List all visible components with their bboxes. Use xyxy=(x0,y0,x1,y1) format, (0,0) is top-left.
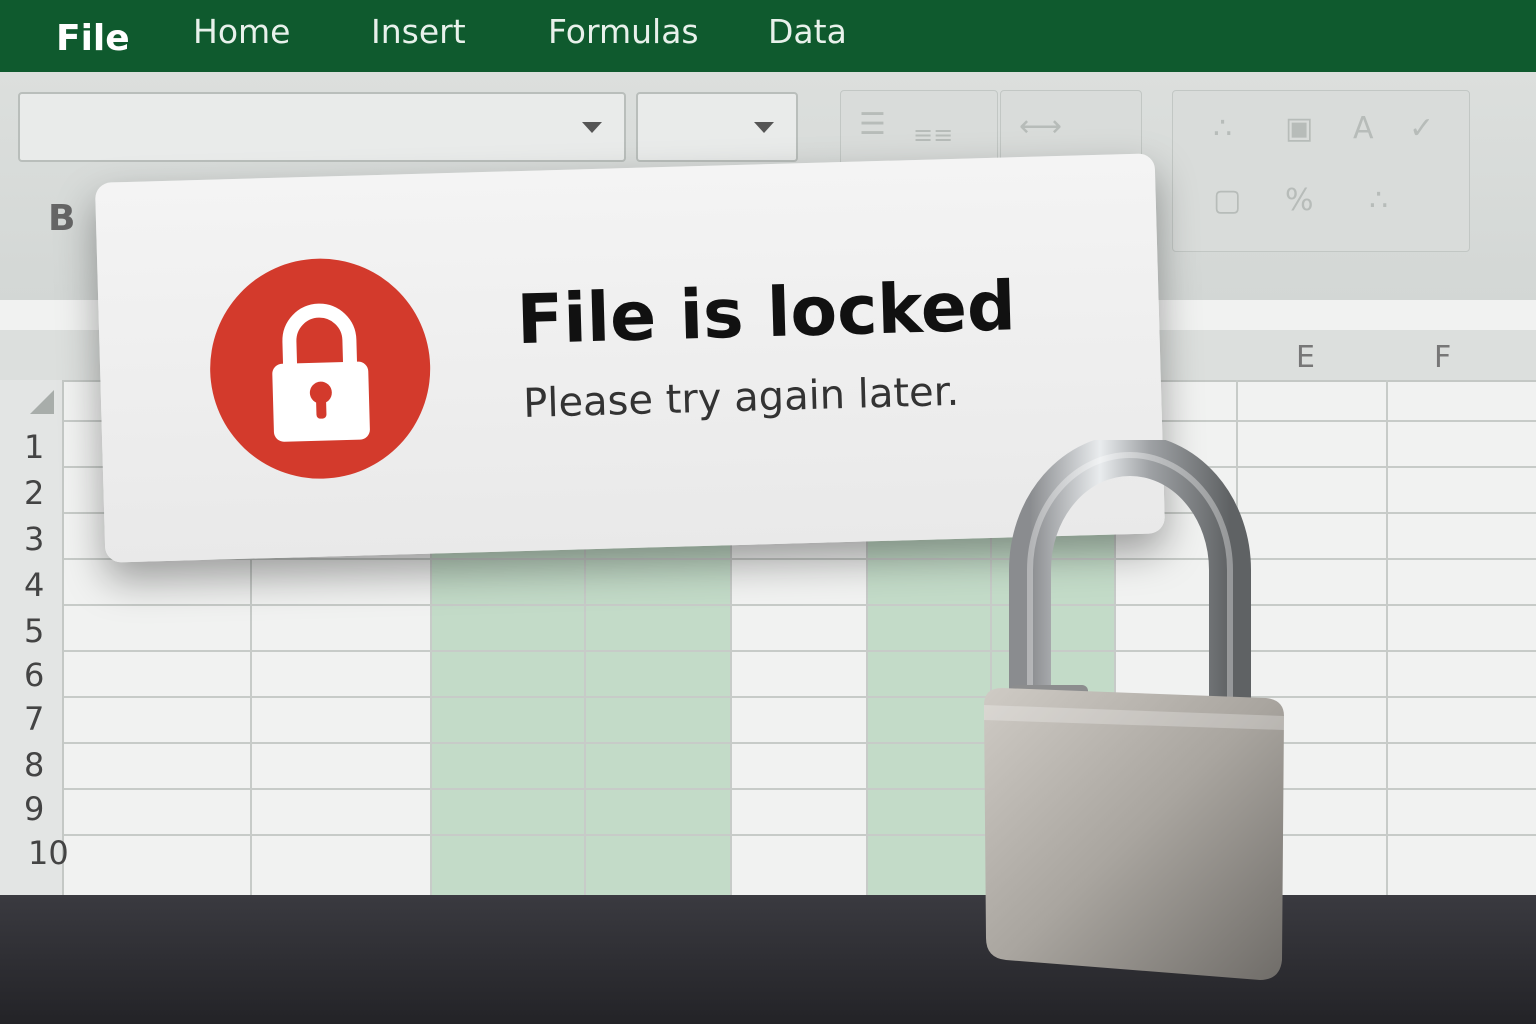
row-gridline xyxy=(62,558,1536,560)
row-gridline xyxy=(62,650,1536,652)
row-header[interactable]: 5 xyxy=(24,612,44,650)
row-header[interactable]: 8 xyxy=(24,746,44,784)
dialog-title: File is locked xyxy=(515,267,1017,361)
bold-button[interactable]: B xyxy=(48,198,75,239)
lock-icon xyxy=(207,255,434,482)
font-name-dropdown[interactable] xyxy=(18,92,626,162)
row-gridline xyxy=(62,788,1536,790)
column-gridline xyxy=(1386,380,1388,895)
row-header[interactable]: 6 xyxy=(24,656,44,694)
chevron-down-icon xyxy=(754,122,774,133)
tab-home[interactable]: Home xyxy=(193,12,290,51)
tab-file[interactable]: File xyxy=(56,18,130,59)
picture-icon[interactable]: ▣ xyxy=(1285,111,1313,146)
wrap-text-icon[interactable]: ⟷ xyxy=(1019,109,1062,144)
row-header[interactable]: 10 xyxy=(28,834,69,872)
tab-formulas[interactable]: Formulas xyxy=(548,12,699,51)
chart-icon[interactable]: ▢ xyxy=(1213,183,1241,218)
tab-data[interactable]: Data xyxy=(768,12,847,51)
text-color-icon[interactable]: A xyxy=(1353,111,1374,146)
chevron-down-icon xyxy=(582,122,602,133)
decimal-icon[interactable]: ∴ xyxy=(1369,183,1388,218)
row-header[interactable]: 3 xyxy=(24,520,44,558)
clear-format-icon[interactable]: ✓ xyxy=(1409,111,1434,146)
dialog-message: Please try again later. xyxy=(522,368,960,427)
row-header[interactable]: 9 xyxy=(24,790,44,828)
align-left-icon[interactable]: ☰ xyxy=(859,107,886,142)
row-gridline xyxy=(62,742,1536,744)
ribbon-tab-bar: File Home Insert Formulas Data xyxy=(0,0,1536,72)
format-icon[interactable]: ∴ xyxy=(1213,111,1232,146)
percent-icon[interactable]: % xyxy=(1285,183,1314,218)
select-all-corner[interactable] xyxy=(30,390,54,414)
tab-insert[interactable]: Insert xyxy=(371,12,466,51)
row-header[interactable]: 7 xyxy=(24,700,44,738)
column-header-e[interactable]: E xyxy=(1296,340,1315,375)
row-gridline xyxy=(62,604,1536,606)
align-center-icon[interactable]: ≡≡ xyxy=(913,121,953,149)
padlock-photo xyxy=(984,440,1284,980)
row-gridline xyxy=(62,834,1536,836)
row-header[interactable]: 1 xyxy=(24,428,44,466)
styles-group: ∴ ▣ A ✓ ▢ % ∴ xyxy=(1172,90,1470,252)
row-gridline xyxy=(62,696,1536,698)
font-size-dropdown[interactable] xyxy=(636,92,798,162)
row-header[interactable]: 4 xyxy=(24,566,44,604)
alignment-group: ☰ ≡≡ xyxy=(840,90,998,166)
row-header[interactable]: 2 xyxy=(24,474,44,512)
column-header-f[interactable]: F xyxy=(1434,340,1451,375)
desk-surface xyxy=(0,895,1536,1024)
